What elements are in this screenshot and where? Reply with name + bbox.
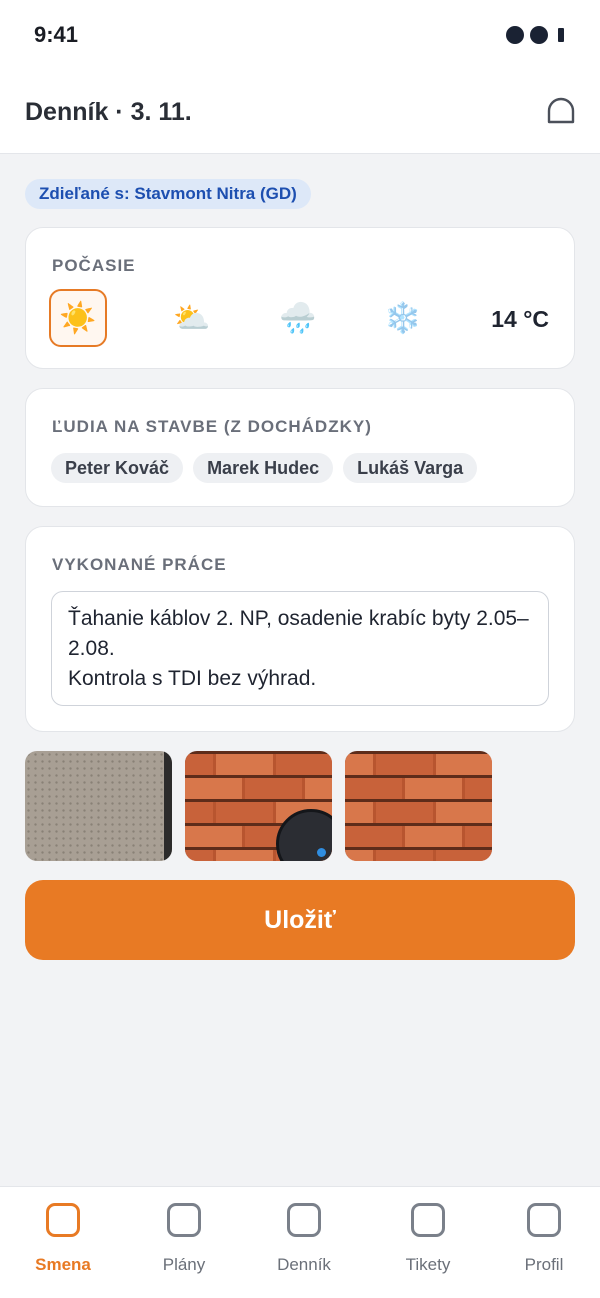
tab-dennik[interactable]: Denník [254,1203,354,1275]
tab-label: Profil [524,1255,564,1274]
status-time: 9:41 [34,22,79,47]
tab-icon [411,1203,445,1237]
temperature-value[interactable]: 14 °C [491,306,549,333]
weather-option-sun[interactable]: ☀️ [49,289,107,347]
rain-cloud-icon: 🌧️ [279,301,317,335]
person-chip: Marek Hudec [193,453,334,483]
tab-smena[interactable]: Smena [13,1203,113,1275]
shared-with-badge: Zdieľané s: Stavmont Nitra (GD) [25,179,311,209]
save-button[interactable]: Uložiť [25,880,575,960]
person-chip: Lukáš Varga [343,453,478,483]
snowflake-icon: ❄️ [384,301,422,335]
page-title: Denník · 3. 11. [25,98,192,126]
weather-option-rain[interactable]: 🌧️ [269,289,327,347]
battery-icon [558,28,564,42]
status-bar: 9:41 [0,0,600,70]
bell-icon[interactable] [546,96,576,126]
weather-title: POČASIE [52,256,136,275]
sun-icon: ☀️ [59,301,97,335]
people-title: ĽUDIA NA STAVBE (Z DOCHÁDZKY) [52,417,372,436]
tab-label: Smena [35,1255,91,1274]
tab-icon [46,1203,80,1237]
person-chip: Peter Kováč [51,453,184,483]
weather-option-partly-cloudy[interactable]: ⛅ [163,289,221,347]
tab-tikety[interactable]: Tikety [378,1203,478,1275]
tab-profil[interactable]: Profil [494,1203,594,1275]
photo-strip [25,751,492,861]
works-card: VYKONANÉ PRÁCE Ťahanie káblov 2. NP, osa… [25,526,575,732]
tab-icon [287,1203,321,1237]
wifi-icon [530,26,548,44]
tab-plany[interactable]: Plány [134,1203,234,1275]
weather-card: POČASIE ☀️ ⛅ 🌧️ ❄️ 14 °C [25,227,575,369]
tab-label: Denník [277,1255,331,1274]
tab-icon [527,1203,561,1237]
tab-bar: Smena Plány Denník Tikety Profil [0,1186,600,1298]
works-textarea[interactable]: Ťahanie káblov 2. NP, osadenie krabíc by… [51,591,549,706]
cable-reel-dot [317,848,326,857]
tab-icon [167,1203,201,1237]
tab-label: Tikety [405,1255,451,1274]
signal-icon [506,26,524,44]
tab-label: Plány [162,1255,206,1274]
people-chips: Peter Kováč Marek Hudec Lukáš Varga [51,453,478,483]
photo-thumbnail[interactable] [185,751,332,861]
photo-thumbnail[interactable] [25,751,172,861]
people-card: ĽUDIA NA STAVBE (Z DOCHÁDZKY) Peter Ková… [25,388,575,507]
partly-cloudy-icon: ⛅ [173,301,211,335]
weather-option-snow[interactable]: ❄️ [374,289,432,347]
status-icons [506,26,564,44]
works-title: VYKONANÉ PRÁCE [52,555,227,574]
header: Denník · 3. 11. [0,70,600,154]
photo-thumbnail[interactable] [345,751,492,861]
